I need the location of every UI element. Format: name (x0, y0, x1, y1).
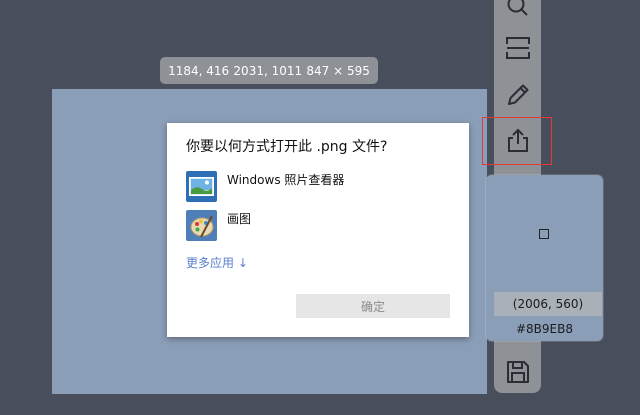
color-sample-point (539, 229, 549, 239)
share-tool-button[interactable] (494, 119, 541, 163)
save-tool-button[interactable] (494, 350, 541, 394)
color-picker-coords: (2006, 560) (494, 292, 602, 316)
app-option-label: 画图 (227, 212, 252, 226)
pen-icon (507, 84, 528, 105)
app-option-photo-viewer[interactable]: Windows 照片查看器 (186, 171, 344, 203)
search-tool-button[interactable] (494, 0, 541, 28)
color-picker-panel (486, 175, 603, 341)
pen-tool-button[interactable] (494, 73, 541, 117)
color-picker-hex: #8B9EB8 (515, 322, 573, 336)
save-icon (506, 361, 529, 383)
ok-button[interactable]: 确定 (296, 294, 450, 318)
selection-bottom-right: 2031, 1011 (233, 63, 303, 78)
app-option-paint[interactable]: 画图 (186, 210, 251, 242)
more-apps-link[interactable]: 更多应用 ↓ (186, 254, 248, 271)
search-icon (507, 0, 528, 16)
scroll-capture-button[interactable] (494, 26, 541, 70)
selection-info-bar: 1184, 416 2031, 1011 847 × 595 (160, 57, 378, 84)
dialog-title: 你要以何方式打开此 .png 文件? (186, 139, 388, 155)
scroll-capture-icon (505, 37, 530, 59)
paint-palette-icon (186, 210, 217, 241)
selection-top-left: 1184, 416 (168, 63, 230, 78)
share-icon (507, 128, 528, 152)
app-option-label: Windows 照片查看器 (227, 173, 345, 187)
photo-viewer-icon (186, 171, 217, 202)
selection-size: 847 × 595 (306, 63, 370, 78)
